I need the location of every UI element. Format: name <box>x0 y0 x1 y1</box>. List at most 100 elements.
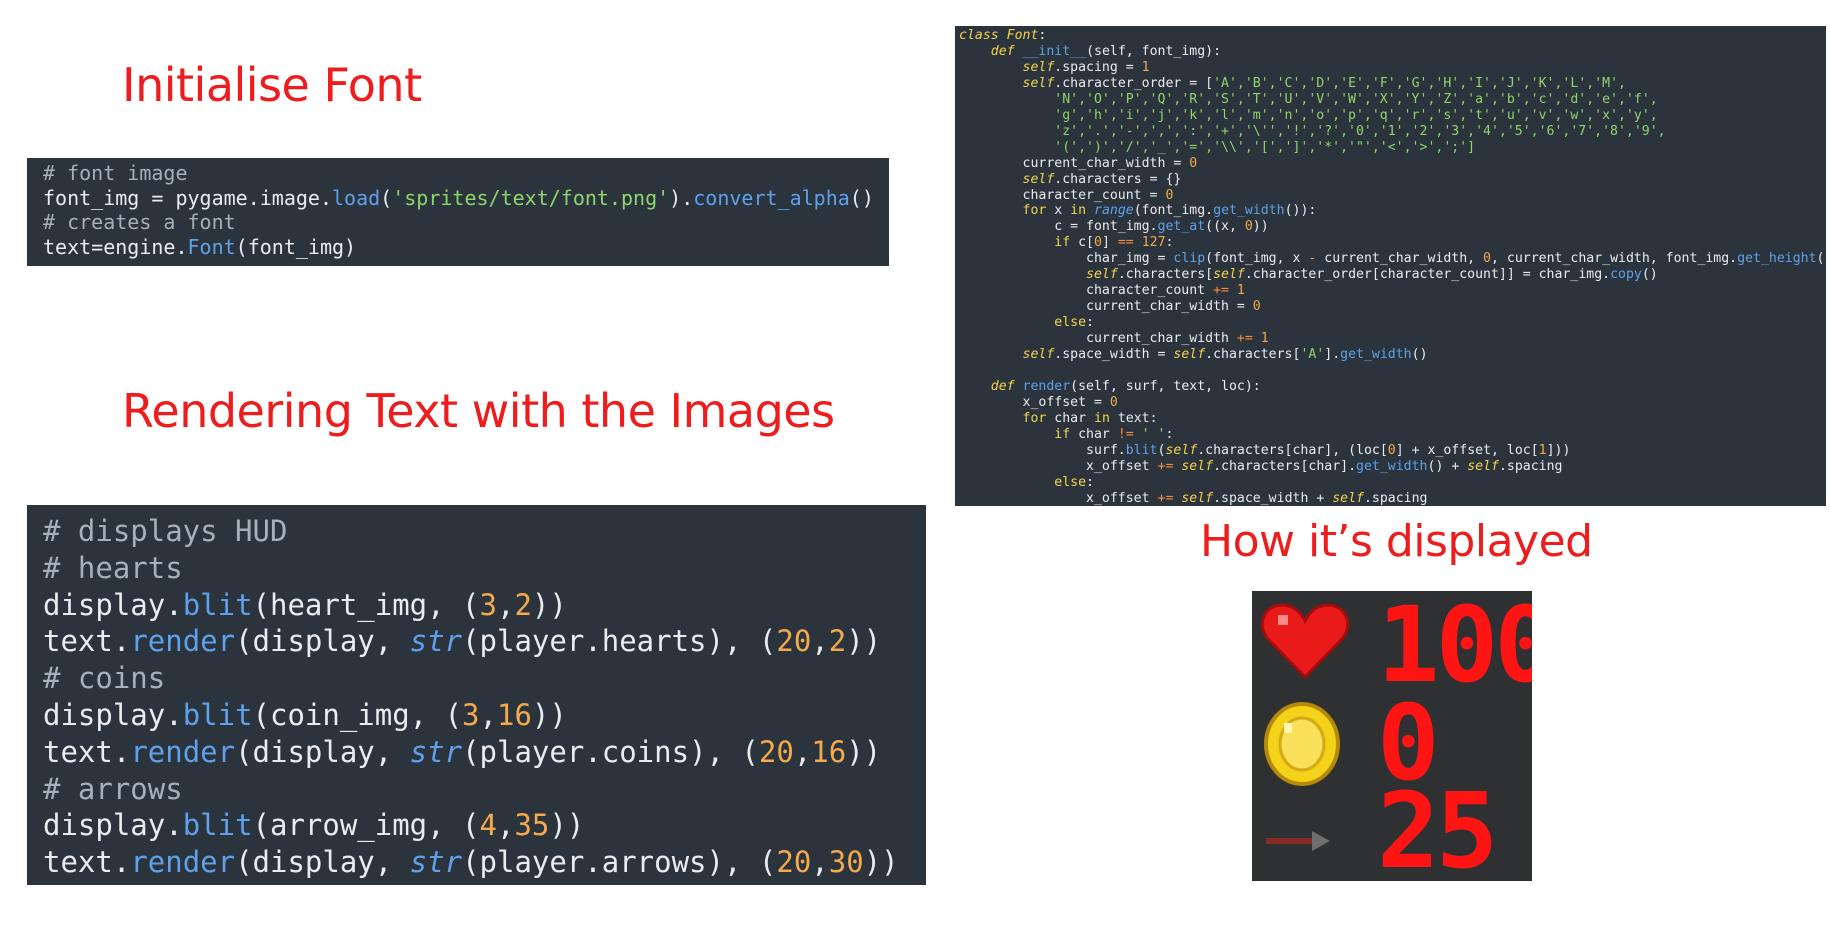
code-token: get_height <box>1737 251 1817 267</box>
code-token: self <box>1086 267 1118 283</box>
code-token: 'g','h','i','j','k','l','m','n','o','p',… <box>1054 107 1658 123</box>
code-token: , <box>479 697 497 732</box>
code-token: text. <box>43 845 131 880</box>
code-token: str <box>409 845 463 880</box>
code-token: 2 <box>828 624 847 659</box>
code-line: self.characters[self.character_order[cha… <box>959 267 1826 283</box>
code-token: char <box>1054 410 1094 426</box>
code-token: # hearts <box>43 550 183 585</box>
code-line: display.blit(arrow_img, (4,35)) <box>43 807 926 844</box>
code-token: (display, <box>235 734 410 769</box>
code-token: () + <box>1427 458 1468 474</box>
code-token: # creates a font <box>43 210 236 234</box>
code-token: blit <box>182 587 253 622</box>
code-token: (font_img, x <box>1205 251 1309 267</box>
code-token: self <box>1022 75 1055 91</box>
code-token: , <box>496 808 515 843</box>
code-token: .character_order[character_count]] = cha… <box>1244 267 1611 283</box>
code-line: self.spacing = 1 <box>959 60 1826 76</box>
code-token: get_width <box>1356 458 1428 474</box>
code-token: .characters[ <box>1205 347 1301 363</box>
code-token: .characters[char]. <box>1213 458 1357 474</box>
code-token: .character_order = [ <box>1054 75 1214 91</box>
code-token: self <box>1181 458 1214 474</box>
code-token: != <box>1117 426 1134 442</box>
code-token: 1 <box>1538 442 1547 458</box>
code-token: , <box>811 845 829 880</box>
code-token: , <box>793 734 812 769</box>
code-token: )) <box>846 624 882 659</box>
code-token: blit <box>1125 442 1158 458</box>
code-block-render-hud: # displays HUD # hearts display.blit(heart… <box>27 505 926 885</box>
code-line: display.blit(coin_img, (3,16)) <box>43 697 926 734</box>
code-token: font_img = pygame.image. <box>43 185 332 210</box>
code-token: : <box>1086 474 1094 490</box>
code-token: self <box>1165 442 1198 458</box>
code-token: .space_width = <box>1054 347 1174 363</box>
code-line: # hearts <box>43 550 926 587</box>
hud-preview: 100 0 25 <box>1252 591 1532 881</box>
code-token: ((x, <box>1205 219 1245 235</box>
code-block-initialise-font: # font image font_img = pygame.image.load… <box>27 158 889 266</box>
code-token: get_width <box>1213 203 1285 219</box>
code-token: (player.hearts), ( <box>462 624 777 659</box>
code-token: ( <box>380 185 393 210</box>
code-token: , current_char_width, font_img. <box>1491 251 1738 267</box>
code-token: self <box>1332 490 1364 506</box>
code-token: convert_alpha <box>693 185 850 210</box>
code-block-font-class: class Font: def __init__(self, font_img)… <box>955 26 1826 506</box>
code-line: 'g','h','i','j','k','l','m','n','o','p',… <box>959 108 1826 124</box>
code-token: 127 <box>1141 235 1166 251</box>
code-token: 0 <box>1109 394 1118 410</box>
code-token: (player.arrows), ( <box>462 845 777 880</box>
code-token: () <box>849 185 874 210</box>
code-token: .space_width + <box>1213 490 1333 506</box>
code-line: c = font_img.get_at((x, 0)) <box>959 219 1826 235</box>
code-token: display. <box>43 808 183 843</box>
code-token: ] + x_offset, loc[ <box>1395 442 1539 458</box>
code-line: display.blit(heart_img, (3,2)) <box>43 587 926 624</box>
code-line: 'N','O','P','Q','R','S','T','U','V','W',… <box>959 92 1826 108</box>
code-token: )) <box>1252 219 1269 235</box>
code-token: self <box>1173 347 1206 363</box>
code-token: surf. <box>959 442 1126 458</box>
code-token: (font_img) <box>235 234 357 259</box>
code-line: if c[0] == 127: <box>959 235 1826 251</box>
code-token: c[ <box>1078 235 1094 251</box>
code-token: def <box>990 378 1023 394</box>
code-line: # coins <box>43 660 926 697</box>
code-token: (coin_img, ( <box>252 697 463 732</box>
code-token: (display, <box>235 624 410 659</box>
heading-how-displayed: How it’s displayed <box>1200 516 1593 567</box>
code-token: 16 <box>496 697 532 732</box>
code-line: character_count += 1 <box>959 283 1826 299</box>
code-token: .spacing <box>1498 458 1563 474</box>
code-token: 4 <box>479 808 497 843</box>
code-token: blit <box>182 808 253 843</box>
code-token: 16 <box>811 734 847 769</box>
code-token: 3 <box>479 587 497 622</box>
code-token: char_img = <box>959 251 1174 267</box>
heart-icon <box>1260 603 1350 680</box>
code-token: render <box>130 624 236 659</box>
code-token: else <box>1054 474 1087 490</box>
code-token: 3 <box>462 697 480 732</box>
code-token: (self, surf, text, loc): <box>1070 378 1261 394</box>
code-token: )) <box>863 845 899 880</box>
code-token: .characters[ <box>1117 267 1214 283</box>
code-token: 0 <box>1244 219 1253 235</box>
code-token: (display, <box>235 845 410 880</box>
code-line: char_img = clip(font_img, x - current_ch… <box>959 251 1826 267</box>
code-line: def render(self, surf, text, loc): <box>959 379 1826 395</box>
code-line: text.render(display, str(player.coins), … <box>43 734 926 771</box>
code-token: : <box>1038 28 1047 43</box>
code-token: copy <box>1610 267 1642 283</box>
